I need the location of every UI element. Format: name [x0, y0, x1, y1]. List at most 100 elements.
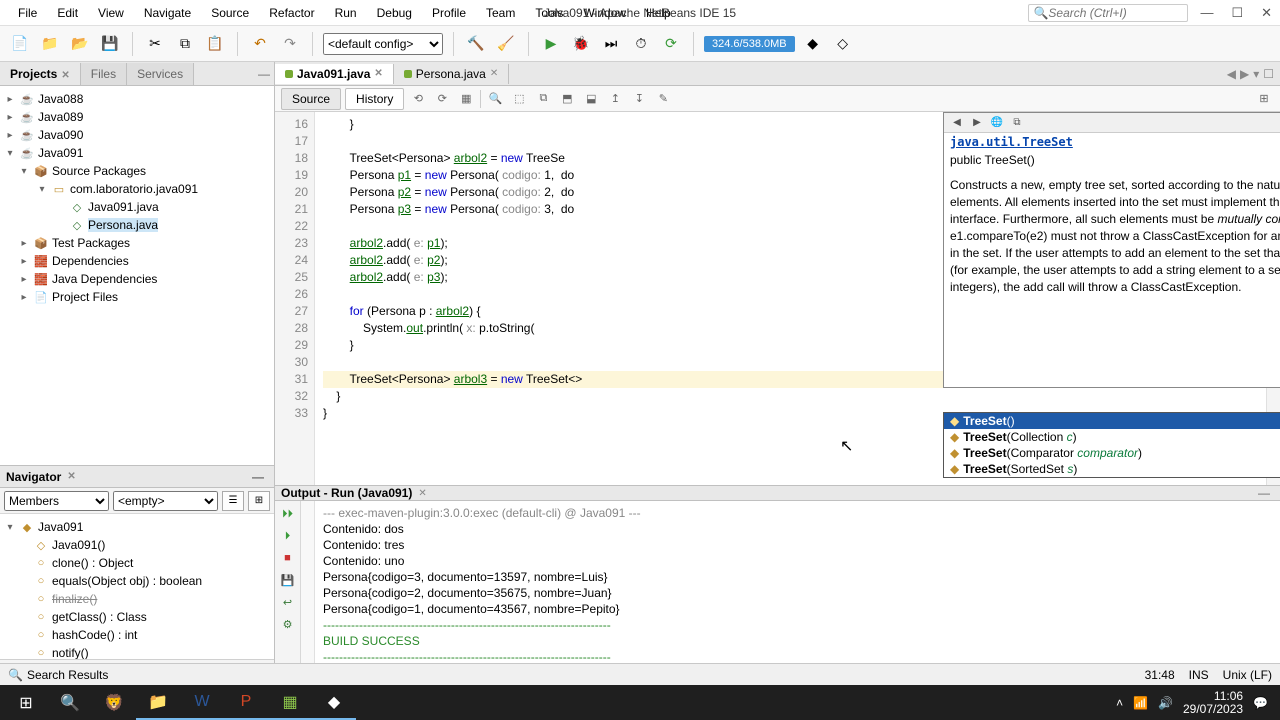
editor-btn[interactable]: ▦	[456, 89, 476, 109]
new-file-button[interactable]: 📄	[8, 32, 32, 56]
open-source-icon[interactable]: ⧉	[1008, 115, 1026, 131]
open-button[interactable]: 📂	[68, 32, 92, 56]
node-label[interactable]: Project Files	[52, 290, 118, 304]
completion-item[interactable]: ◆TreeSet(SortedSet s)	[944, 461, 1280, 477]
minimize-panel-icon[interactable]: —	[252, 470, 264, 484]
close-icon[interactable]: ✕	[67, 471, 75, 482]
brave-icon[interactable]: 🦁	[92, 685, 136, 720]
cut-button[interactable]: ✂	[143, 32, 167, 56]
nav-node[interactable]: ○equals(Object obj) : boolean	[0, 572, 274, 590]
back-icon[interactable]: ◀	[948, 115, 966, 131]
menu-profile[interactable]: Profile	[422, 2, 476, 24]
tree-node[interactable]: ▾☕Java091	[0, 144, 274, 162]
explorer-icon[interactable]: 📁	[136, 685, 180, 720]
split-icon[interactable]: ⊞	[1254, 89, 1274, 109]
minimize-button[interactable]: —	[1200, 5, 1213, 21]
node-label[interactable]: Java090	[38, 128, 83, 142]
maximize-button[interactable]: ☐	[1231, 5, 1243, 21]
global-search[interactable]: 🔍	[1028, 4, 1188, 22]
editor-btn[interactable]: ⬚	[509, 89, 529, 109]
editor-btn[interactable]: ↧	[629, 89, 649, 109]
nav-node[interactable]: ▾◆Java091	[0, 518, 274, 536]
editor-btn[interactable]: ✎	[653, 89, 673, 109]
expand-icon[interactable]: ▾	[18, 166, 30, 177]
filter-toggle[interactable]: ☰	[222, 491, 244, 511]
editor-btn[interactable]: ⬓	[581, 89, 601, 109]
save-output-button[interactable]: 💾	[279, 571, 297, 589]
clean-build-button[interactable]: 🧹	[494, 32, 518, 56]
node-label[interactable]: Java091	[38, 146, 83, 160]
node-label[interactable]: Java Dependencies	[52, 272, 157, 286]
attach-button[interactable]: ⟳	[659, 32, 683, 56]
project-tree[interactable]: ▸☕Java088▸☕Java089▸☕Java090▾☕Java091▾📦So…	[0, 86, 274, 465]
search-input[interactable]	[1048, 6, 1178, 20]
close-icon[interactable]: ✕	[418, 488, 426, 499]
close-icon[interactable]: ✕	[490, 68, 498, 79]
close-button[interactable]: ✕	[1261, 5, 1272, 21]
nav-node[interactable]: ○clone() : Object	[0, 554, 274, 572]
menu-debug[interactable]: Debug	[367, 2, 422, 24]
notepad-icon[interactable]: ▦	[268, 685, 312, 720]
expand-icon[interactable]: ▸	[18, 274, 30, 285]
maximize-editor-icon[interactable]: ☐	[1263, 67, 1274, 81]
netbeans-icon[interactable]: ◆	[312, 685, 356, 720]
node-label[interactable]: Dependencies	[52, 254, 129, 268]
node-label[interactable]: Java091.java	[88, 200, 159, 214]
completion-item[interactable]: ◆TreeSet(Collection c)	[944, 429, 1280, 445]
paste-button[interactable]: 📋	[203, 32, 227, 56]
notifications-icon[interactable]: 💬	[1253, 696, 1268, 710]
members-select[interactable]: Members	[4, 491, 109, 511]
history-mode[interactable]: History	[345, 88, 404, 110]
minimize-panel-icon[interactable]: —	[1258, 486, 1270, 500]
stop-button[interactable]: ■	[279, 549, 297, 567]
node-label[interactable]: Java089	[38, 110, 83, 124]
rerun-button[interactable]: ⏵⏵	[279, 505, 297, 523]
editor-btn[interactable]: ⬒	[557, 89, 577, 109]
expand-icon[interactable]: ▸	[18, 256, 30, 267]
code-completion-popup[interactable]: ◆TreeSet()◆TreeSet(Collection c) ◆TreeSet…	[943, 412, 1280, 478]
wifi-icon[interactable]: 📶	[1133, 696, 1148, 710]
nav-node[interactable]: ○hashCode() : int	[0, 626, 274, 644]
editor-btn[interactable]: ⟳	[432, 89, 452, 109]
git-button[interactable]: ◆	[801, 32, 825, 56]
filter-select[interactable]: <empty>	[113, 491, 218, 511]
rerun-failed-button[interactable]: ⏵	[279, 527, 297, 545]
powerpoint-icon[interactable]: P	[224, 685, 268, 720]
git-pull-button[interactable]: ◇	[831, 32, 855, 56]
tab-java091[interactable]: Java091.java✕	[275, 64, 394, 84]
menu-team[interactable]: Team	[476, 2, 525, 24]
tree-node[interactable]: ◇Persona.java	[0, 216, 274, 234]
completion-item[interactable]: ◆TreeSet()	[944, 413, 1280, 429]
tree-node[interactable]: ▸🧱Dependencies	[0, 252, 274, 270]
run-button[interactable]: ▶	[539, 32, 563, 56]
expand-icon[interactable]: ▾	[36, 184, 48, 195]
nav-node[interactable]: ○getClass() : Class	[0, 608, 274, 626]
new-project-button[interactable]: 📁	[38, 32, 62, 56]
tab-files[interactable]: Files	[81, 63, 127, 85]
tree-node[interactable]: ▸☕Java089	[0, 108, 274, 126]
copy-button[interactable]: ⧉	[173, 32, 197, 56]
save-all-button[interactable]: 💾	[98, 32, 122, 56]
search-button[interactable]: 🔍	[48, 685, 92, 720]
settings-button[interactable]: ⚙	[279, 615, 297, 633]
wrap-button[interactable]: ↩	[279, 593, 297, 611]
tree-node[interactable]: ◇Java091.java	[0, 198, 274, 216]
redo-button[interactable]: ↷	[278, 32, 302, 56]
code-editor[interactable]: 161718192021222324252627282930313233 } T…	[275, 112, 1280, 485]
menu-navigate[interactable]: Navigate	[134, 2, 201, 24]
tree-node[interactable]: ▾📦Source Packages	[0, 162, 274, 180]
tab-persona[interactable]: Persona.java✕	[394, 64, 509, 84]
tab-projects[interactable]: Projects✕	[0, 63, 81, 85]
tree-node[interactable]: ▸📦Test Packages	[0, 234, 274, 252]
tree-node[interactable]: ▸☕Java090	[0, 126, 274, 144]
expand-icon[interactable]: ▾	[4, 148, 16, 159]
close-icon[interactable]: ✕	[374, 68, 382, 79]
config-select[interactable]: <default config>	[323, 33, 443, 55]
node-label[interactable]: Test Packages	[52, 236, 130, 250]
undo-button[interactable]: ↶	[248, 32, 272, 56]
node-label[interactable]: Java088	[38, 92, 83, 106]
editor-btn[interactable]: 🔍	[485, 89, 505, 109]
editor-btn[interactable]: ⟲	[408, 89, 428, 109]
expand-icon[interactable]: ▸	[4, 94, 16, 105]
nav-node[interactable]: ○notify()	[0, 644, 274, 659]
